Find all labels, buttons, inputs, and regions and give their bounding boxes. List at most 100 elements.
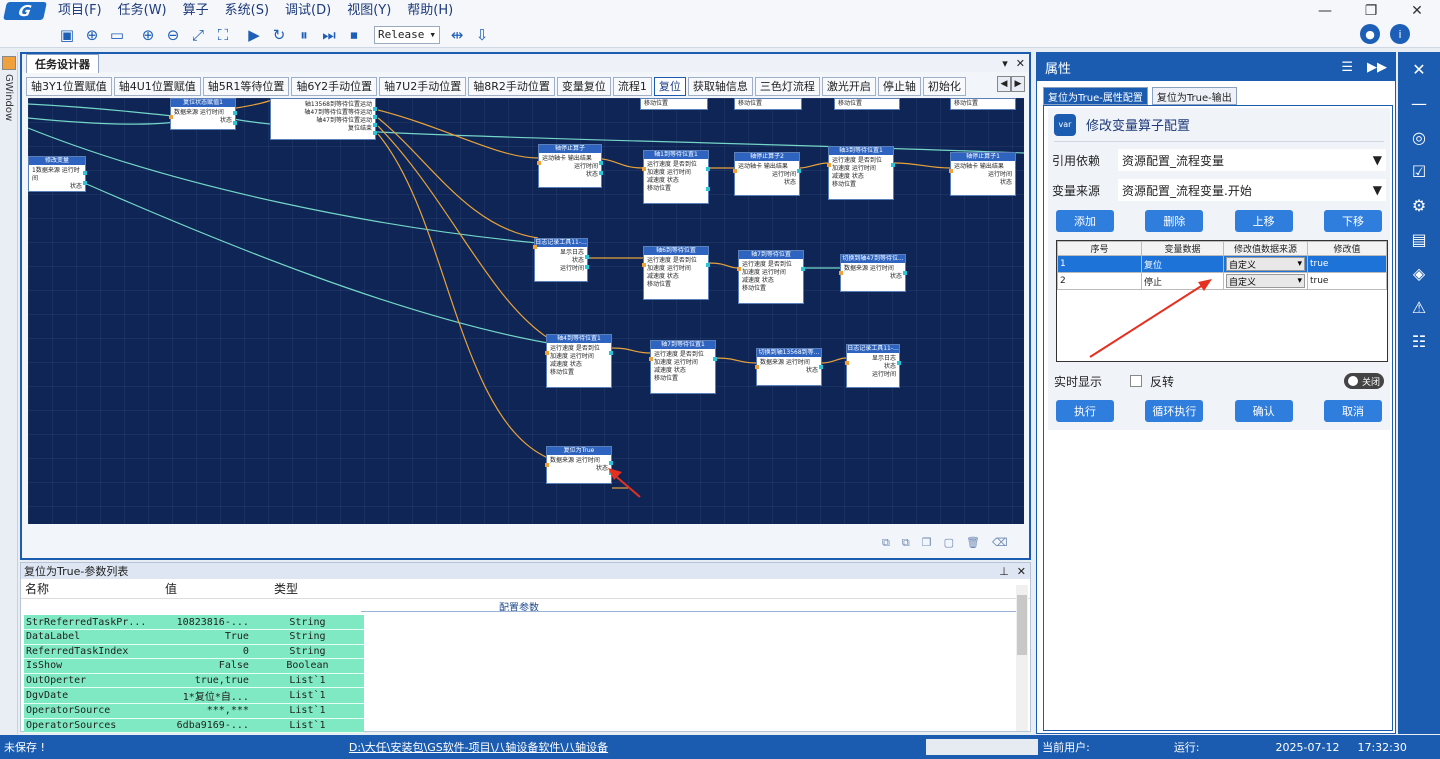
table-row[interactable]: 1 复位 自定义 ▾ true [1057,255,1387,273]
collapse-icon[interactable]: ▶▶ [1367,60,1387,75]
reference-select[interactable]: 资源配置_流程变量 ▼ [1118,149,1386,171]
list-icon[interactable]: ▤ [1407,228,1431,250]
operator-node-selected[interactable]: 复位为True 数据来源 运行时间 状态 [545,446,613,484]
operator-node-partial[interactable]: 移动位置 [734,98,802,110]
move-up-button[interactable]: 上移 [1234,210,1293,232]
zoom-out-icon[interactable]: ⊖ [162,24,184,46]
eraser-icon[interactable]: ⌫ [992,536,1008,550]
open-folder-icon[interactable]: ▭ [106,24,128,46]
operator-node-partial[interactable]: 移动位置 [834,98,900,110]
user-icon[interactable]: ● [1360,24,1380,44]
download-icon[interactable]: ⇩ [471,24,493,46]
tab-flow[interactable]: 轴4U1位置赋值 [113,77,201,96]
menu-icon[interactable]: ☰ [1341,60,1353,75]
tab-flow[interactable]: 三色灯流程 [754,77,820,96]
operator-node[interactable]: 轴停止算子1 运动轴卡 输出结果 运行时间 状态 [949,152,1016,196]
tab-flow[interactable]: 流程1 [612,77,652,96]
param-row[interactable]: DataLabel True String [24,629,364,645]
duplicate-icon[interactable]: ❐ [922,536,932,550]
operator-node[interactable]: 日志记录工具11-... 显示日志 状态 运行时间 [845,344,901,388]
menu-task[interactable]: 任务(W) [110,0,175,22]
minimize-icon[interactable]: — [1302,0,1348,22]
operator-node[interactable]: 复位状态赋值1 数据来源 运行时间 状态 [169,98,237,130]
flow-canvas[interactable]: 复位状态赋值1 数据来源 运行时间 状态 轴13568到等待位置运动 轴47到等待位置… [28,98,1024,524]
fullscreen-icon[interactable]: ⛶ [212,24,234,46]
paste-icon[interactable]: ⧉ [902,536,910,550]
operator-node-partial[interactable]: 移动位置 [950,98,1016,110]
tab-flow[interactable]: 初始化 [922,77,966,96]
tab-scroll-left-icon[interactable]: ◀ [997,76,1011,92]
dropdown-icon[interactable]: ▾ [1002,57,1008,70]
param-row[interactable]: OutOperter true,true List`1 [24,673,364,688]
close-icon[interactable]: ✕ [1407,58,1431,80]
restore-icon[interactable]: ❐ [1348,0,1394,22]
operator-node[interactable]: 切换到轴47到等待位... 数据来源 运行时间 状态 [839,254,907,292]
build-config-select[interactable]: Release ▾ [374,25,440,44]
operator-node[interactable]: 轴7到等待位置1 运行速度 是否到位 加速度 运行时间 减速度 状态 移动位置 [649,340,717,394]
menu-system[interactable]: 系统(S) [217,0,277,22]
tab-flow[interactable]: 轴8R2手动位置 [468,77,555,96]
tab-scroll-right-icon[interactable]: ▶ [1011,76,1025,92]
checklist-icon[interactable]: ☑ [1407,160,1431,182]
menu-help[interactable]: 帮助(H) [399,0,461,22]
tab-output[interactable]: 复位为True-输出 [1151,87,1237,105]
settings-list-icon[interactable]: ⚙ [1407,194,1431,216]
operator-node[interactable]: 轴6到等待位置 运行速度 是否到位 加速度 运行时间 减速度 状态 移动位置 [642,246,710,300]
menu-project[interactable]: 项目(F) [50,0,110,22]
tab-flow[interactable]: 轴3Y1位置赋值 [26,77,112,96]
param-row[interactable]: StrReferredTaskPr... 10823816-... String [24,615,364,630]
confirm-button[interactable]: 确认 [1234,400,1293,422]
param-row[interactable]: IsShow False Boolean [24,658,364,674]
run-icon[interactable]: ▶ [243,24,265,46]
tab-flow[interactable]: 轴5R1等待位置 [202,77,290,96]
new-icon[interactable]: ⊕ [81,24,103,46]
close-icon[interactable]: ✕ [1017,565,1026,578]
fit-icon[interactable]: ⤢ [187,24,209,46]
delete-icon[interactable]: 🗑 [966,536,980,550]
tab-flow[interactable]: 激光开启 [821,77,876,96]
operator-node[interactable]: 轴1到等待位置1 运行速度 是否到位 加速度 运行时间 减速度 状态 移动位置 [642,150,710,204]
loop-icon[interactable]: ↻ [268,24,290,46]
close-icon[interactable]: ✕ [1394,0,1440,22]
live-display-toggle[interactable]: 关闭 [1344,373,1384,389]
execute-button[interactable]: 执行 [1056,400,1114,422]
row-source-select[interactable]: 自定义 ▾ [1226,257,1305,271]
tab-flow[interactable]: 变量复位 [556,77,611,96]
operator-node[interactable]: 轴3到等待位置1 运行速度 是否到位 加速度 运行时间 减速度 状态 移动位置 [827,146,895,200]
row-source-select[interactable]: 自定义 ▾ [1226,274,1305,288]
move-down-button[interactable]: 下移 [1323,210,1382,232]
pin-icon[interactable]: ⊥ [999,565,1009,578]
operator-node[interactable]: 轴4到等待位置1 运行速度 是否到位 加速度 运行时间 减速度 状态 移动位置 [545,334,613,388]
copy-icon[interactable]: ⧉ [882,536,890,550]
delete-button[interactable]: 删除 [1145,210,1204,232]
table-row[interactable]: 2 停止 自定义 ▾ true [1057,272,1387,290]
step-icon[interactable]: ⏭ [318,24,340,46]
tab-flow[interactable]: 获取轴信息 [687,77,753,96]
menu-view[interactable]: 视图(Y) [339,0,399,22]
tab-property-config[interactable]: 复位为True-属性配置 [1043,87,1148,105]
add-button[interactable]: 添加 [1056,210,1114,232]
param-row[interactable]: DgvDate 1*复位*自... List`1 [24,687,364,704]
operator-node[interactable]: 轴7到等待位置 运行速度 是否到位 加速度 运行时间 减速度 状态 移动位置 [737,250,805,304]
designer-tab[interactable]: 任务设计器 [26,53,99,73]
operator-node[interactable]: 日志记录工具11-... 显示日志 状态 运行时间 [533,238,589,282]
align-icon[interactable]: ⇹ [446,24,468,46]
cancel-button[interactable]: 取消 [1323,400,1382,422]
operator-node[interactable]: 切换到轴13568到等... 数据来源 运行时间 状态 [755,348,823,386]
row-value[interactable]: true [1307,255,1387,273]
invert-checkbox[interactable] [1130,375,1143,387]
save-icon[interactable]: ▣ [56,24,78,46]
close-icon[interactable]: ✕ [1016,57,1025,70]
operator-node-partial[interactable]: 移动位置 [640,98,708,110]
operator-node[interactable]: 轴停止算子 运动轴卡 输出结果 运行时间 状态 [537,144,603,188]
network-icon[interactable]: ◎ [1407,126,1431,148]
operator-node[interactable]: 轴13568到等待位置运动 轴47到等待位置等待运动 轴47到等待位置运动 复位结束 [270,98,377,140]
pause-icon[interactable]: ⏸ [293,24,315,46]
source-select[interactable]: 资源配置_流程变量.开始 ▼ [1118,179,1386,201]
stop-icon[interactable]: ⏹ [343,24,365,46]
menu-debug[interactable]: 调试(D) [277,0,339,22]
gwindow-tab[interactable]: GWindow [3,74,14,121]
tab-flow[interactable]: 轴7U2手动位置 [379,77,467,96]
loop-execute-button[interactable]: 循环执行 [1145,400,1204,422]
param-row[interactable]: OperatorSources 6dba9169-... List`1 [24,718,364,733]
